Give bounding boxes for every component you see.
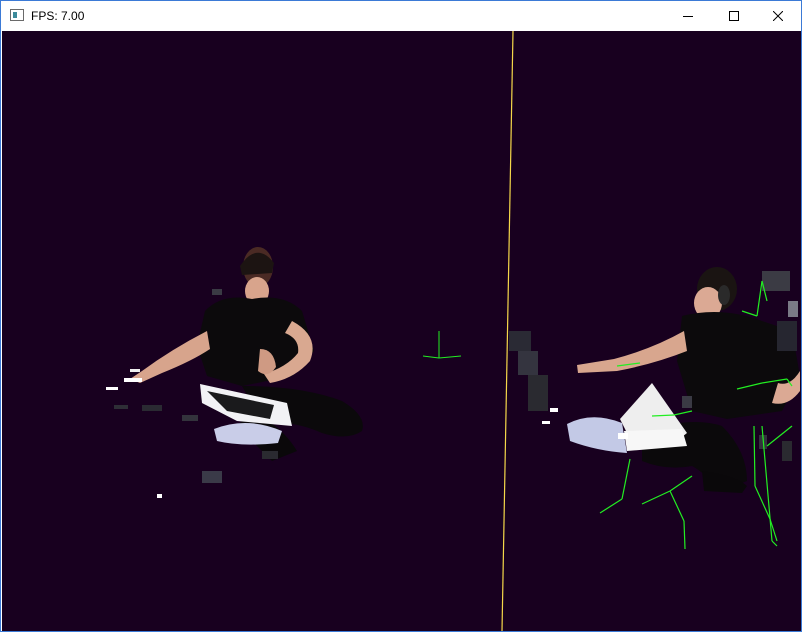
app-window: FPS: 7.00	[0, 0, 802, 632]
minimize-button[interactable]	[665, 1, 711, 31]
close-button[interactable]	[755, 1, 801, 31]
close-icon	[773, 11, 783, 21]
right-person-point-cloud	[509, 267, 800, 493]
left-person-point-cloud	[106, 247, 363, 498]
origin-axes-marker	[422, 331, 462, 359]
app-window-icon	[10, 9, 24, 21]
title-bar[interactable]: FPS: 7.00	[1, 1, 801, 31]
maximize-icon	[729, 11, 739, 21]
maximize-button[interactable]	[711, 1, 757, 31]
minimize-icon	[683, 16, 693, 17]
window-title: FPS: 7.00	[31, 9, 85, 23]
point-cloud-canvas	[106, 31, 800, 631]
point-cloud-viewport[interactable]	[2, 31, 801, 631]
